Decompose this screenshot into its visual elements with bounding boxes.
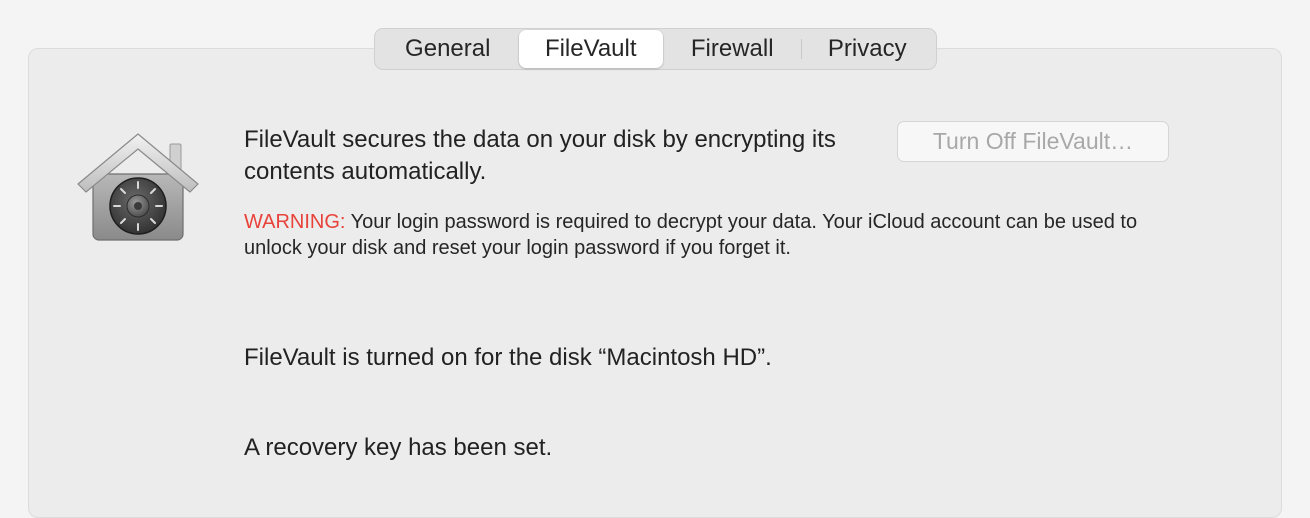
recovery-key-status-text: A recovery key has been set. [244, 434, 553, 461]
tab-general[interactable]: General [378, 30, 518, 68]
filevault-description: FileVault secures the data on your disk … [244, 126, 836, 185]
filevault-status-text: FileVault is turned on for the disk “Mac… [244, 344, 772, 371]
warning-label: WARNING: [244, 211, 346, 233]
filevault-panel [28, 48, 1282, 518]
warning-message: WARNING: Your login password is required… [244, 209, 1164, 261]
tab-bar: General FileVault Firewall Privacy [374, 28, 937, 70]
tab-privacy[interactable]: Privacy [802, 30, 934, 68]
tab-firewall[interactable]: Firewall [664, 30, 801, 68]
filevault-house-lock-icon [74, 130, 202, 246]
turn-off-filevault-button[interactable]: Turn Off FileVault… [897, 121, 1169, 162]
tab-filevault[interactable]: FileVault [518, 30, 663, 68]
warning-text: Your login password is required to decry… [244, 211, 1138, 259]
